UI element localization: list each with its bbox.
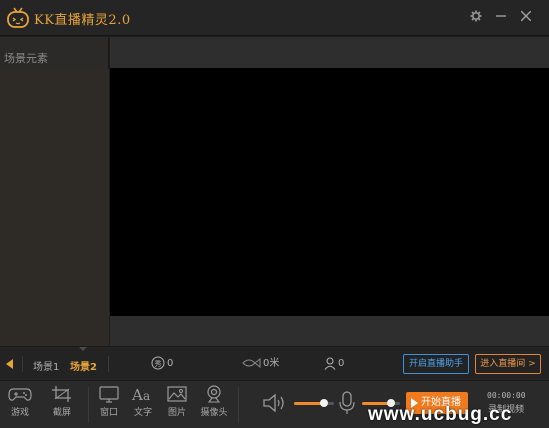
gift-stat: 秀 0	[151, 356, 173, 372]
minimize-button[interactable]	[492, 7, 510, 25]
speaker-volume-knob[interactable]	[320, 399, 328, 407]
scene-active-marker	[79, 347, 87, 351]
tool-window[interactable]: 窗口	[92, 385, 126, 418]
tool-screenshot-label: 截屏	[52, 408, 71, 418]
tool-text-label: 文字	[133, 408, 152, 418]
tv-face-logo-icon	[7, 7, 29, 28]
gear-icon	[470, 10, 482, 22]
live-assistant-button[interactable]: 开启直播助手	[403, 354, 469, 374]
svg-text:秀: 秀	[155, 359, 162, 368]
scene-elements-title: 场景元素	[4, 52, 48, 65]
title-bar: KK直播精灵2.0	[0, 0, 549, 36]
enter-live-room-button[interactable]: 进入直播间 >	[475, 354, 541, 374]
tool-screenshot[interactable]: 截屏	[45, 385, 79, 418]
tab-scene-1[interactable]: 场景1	[33, 358, 59, 373]
person-icon	[324, 356, 336, 370]
tab-scene-2[interactable]: 场景2	[70, 358, 97, 373]
microphone-icon[interactable]	[339, 391, 355, 415]
distance-stat: 0米	[241, 356, 279, 372]
tool-webcam-label: 摄像头	[200, 408, 228, 418]
speaker-icon[interactable]	[262, 393, 288, 413]
triangle-left-icon[interactable]	[6, 359, 13, 369]
distance-value: 0米	[263, 358, 280, 369]
divider	[22, 356, 23, 372]
app-title: KK直播精灵2.0	[34, 13, 131, 28]
scene-elements-panel: 场景元素	[0, 37, 109, 346]
viewer-stat: 0	[324, 356, 344, 372]
scene-elements-list[interactable]	[0, 69, 109, 346]
gamepad-icon	[8, 388, 32, 401]
preview-area	[110, 37, 549, 346]
webcam-icon	[207, 385, 221, 403]
divider	[88, 387, 89, 423]
tool-image[interactable]: 图片	[160, 385, 194, 418]
settings-button[interactable]	[467, 7, 485, 25]
close-icon	[520, 10, 532, 22]
svg-text:a: a	[143, 389, 150, 403]
live-preview-canvas[interactable]	[110, 68, 549, 316]
tool-text[interactable]: A a 文字	[126, 385, 160, 418]
text-icon: A a	[131, 386, 150, 403]
scene-bar: 场景1 场景2 秀 0 0米 0 开启直播助手 进入直播间 >	[0, 346, 549, 380]
fish-icon	[242, 357, 261, 369]
gift-count: 0	[167, 358, 174, 369]
live-timer: 00:00:00	[487, 391, 526, 400]
speaker-volume-slider[interactable]	[294, 399, 334, 407]
tool-game[interactable]: 游戏	[3, 385, 37, 418]
window-icon	[99, 386, 119, 403]
svg-text:A: A	[131, 386, 143, 403]
tool-webcam[interactable]: 摄像头	[197, 385, 231, 418]
viewer-count: 0	[338, 358, 345, 369]
watermark-text: www.ucbug.cc	[368, 404, 513, 425]
tool-game-label: 游戏	[10, 408, 29, 418]
crop-icon	[52, 386, 71, 402]
tool-image-label: 图片	[167, 408, 186, 418]
close-button[interactable]	[517, 7, 535, 25]
gift-badge-icon: 秀	[151, 356, 165, 370]
divider	[238, 387, 239, 423]
image-icon	[167, 386, 187, 402]
tool-window-label: 窗口	[99, 408, 118, 418]
divider	[108, 356, 109, 372]
minimize-icon	[496, 15, 506, 17]
